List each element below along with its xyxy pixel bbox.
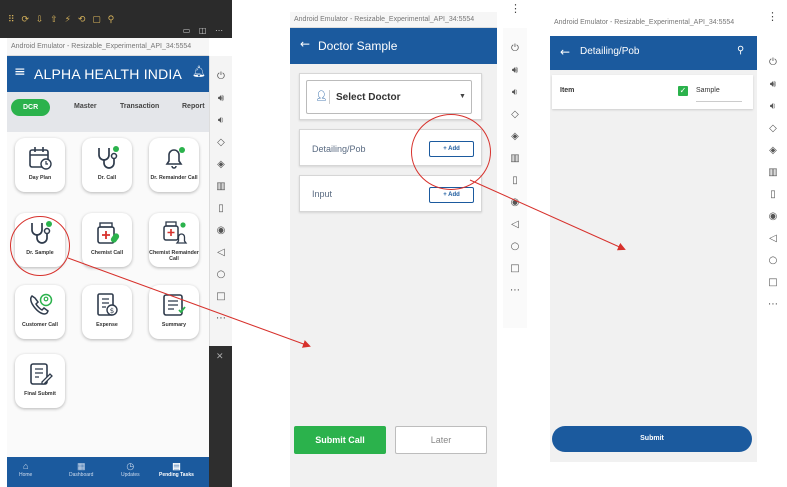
arrow-to-doctor-sample [67, 257, 311, 348]
arrow-to-detailing-pob [469, 179, 626, 251]
annotation-arrows [67, 179, 626, 348]
